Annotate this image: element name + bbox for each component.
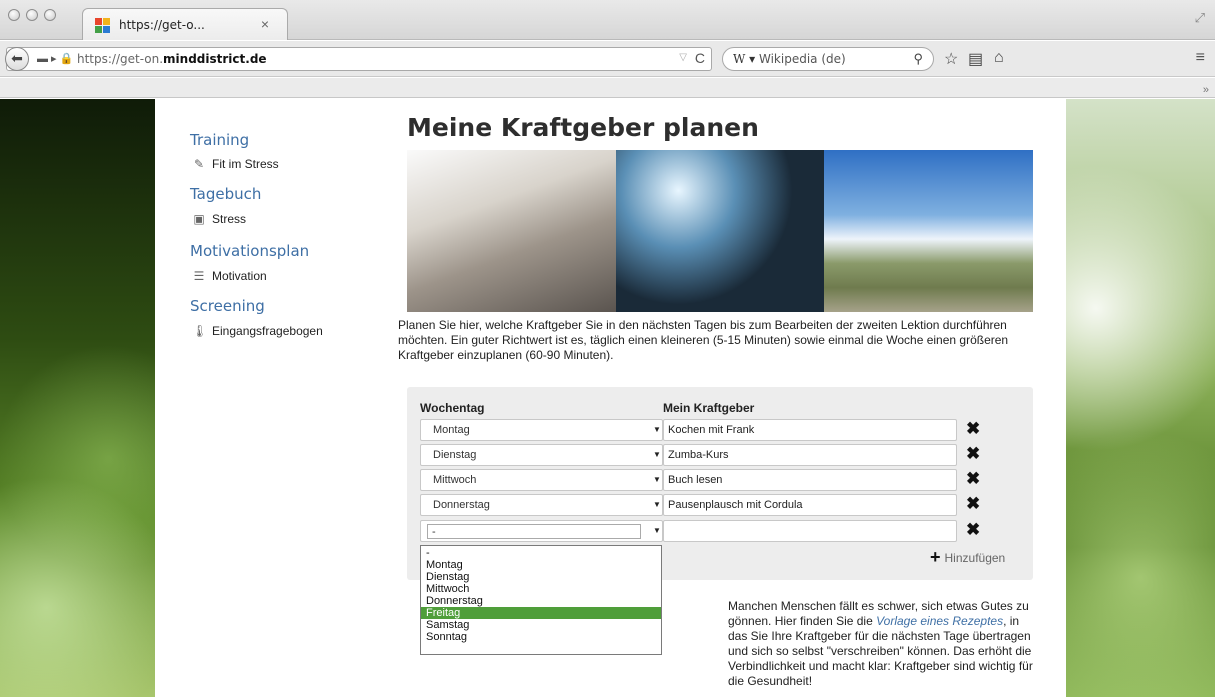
search-bar[interactable]: W ▾ Wikipedia (de) ⚲ <box>722 47 934 71</box>
sidebar-item-motivation[interactable]: ☰ Motivation <box>192 269 267 283</box>
dropdown-option[interactable]: Montag <box>421 559 661 571</box>
activity-input[interactable]: Pausenplausch mit Cordula <box>663 494 957 516</box>
sidebar-heading-motivationsplan[interactable]: Motivationsplan <box>190 242 309 260</box>
tab-close-icon[interactable]: × <box>261 16 269 32</box>
weekday-select[interactable]: Dienstag ▼ <box>420 444 663 466</box>
chevron-down-icon: ▼ <box>653 450 661 459</box>
activity-input[interactable]: Buch lesen <box>663 469 957 491</box>
chevron-down-icon: ▼ <box>653 425 661 434</box>
dropdown-option[interactable]: - <box>421 547 661 559</box>
sidebar-item-stress[interactable]: ▣ Stress <box>192 212 246 226</box>
weekday-select-open[interactable]: - ▼ <box>420 520 663 542</box>
search-engine-selector[interactable]: W ▾ <box>733 52 755 66</box>
activity-input[interactable] <box>663 520 957 542</box>
zoom-window-button[interactable] <box>44 9 56 21</box>
bookmarks-overflow-icon[interactable]: » <box>1203 84 1209 96</box>
dropdown-option-highlighted[interactable]: Freitag <box>421 607 661 619</box>
background-image-left <box>0 99 155 697</box>
sidebar-item-eingangsfragebogen[interactable]: 🌡 Eingangsfragebogen <box>192 324 323 338</box>
reader-icon[interactable]: ▤ <box>968 49 983 69</box>
dropdown-option[interactable]: Sonntag <box>421 631 661 643</box>
banner-photo-museum <box>407 150 616 312</box>
site-favicon-icon <box>95 18 110 33</box>
chevron-down-icon: ▼ <box>653 475 661 484</box>
add-row-button[interactable]: + Hinzufügen <box>930 547 1005 568</box>
banner-photo-stadium <box>616 150 824 312</box>
minimize-window-button[interactable] <box>26 9 38 21</box>
list-icon: ☰ <box>193 269 205 283</box>
sidebar-item-fit-im-stress[interactable]: ✎ Fit im Stress <box>192 157 279 171</box>
sidebar-heading-training[interactable]: Training <box>190 131 249 149</box>
weekday-dropdown-list[interactable]: - Montag Dienstag Mittwoch Donnerstag Fr… <box>420 545 662 655</box>
thermometer-icon: 🌡 <box>192 324 208 338</box>
browser-navbar: ▬ ▸ 🔒 https://get-on.minddistrict.de ▽ C… <box>0 41 1215 77</box>
bookmark-bar <box>0 78 1215 98</box>
pencil-icon: ✎ <box>193 157 205 171</box>
chevron-down-icon: ▼ <box>653 500 661 509</box>
delete-row-icon[interactable]: ✖ <box>966 419 980 439</box>
browser-titlebar: https://get-o... × ⤢ <box>0 0 1215 40</box>
fullscreen-icon[interactable]: ⤢ <box>1195 10 1205 26</box>
delete-row-icon[interactable]: ✖ <box>966 494 980 514</box>
url-text[interactable]: https://get-on.minddistrict.de <box>77 52 267 66</box>
intro-text: Planen Sie hier, welche Kraftgeber Sie i… <box>398 318 1009 362</box>
delete-row-icon[interactable]: ✖ <box>966 444 980 464</box>
background-image-right <box>1066 99 1215 697</box>
url-dropdown-icon[interactable]: ▽ <box>679 52 687 63</box>
tab-title: https://get-o... <box>119 18 205 32</box>
weekday-select[interactable]: Donnerstag ▼ <box>420 494 663 516</box>
dropdown-option[interactable]: Mittwoch <box>421 583 661 595</box>
diary-icon: ▣ <box>193 212 205 226</box>
sidebar-heading-tagebuch[interactable]: Tagebuch <box>190 185 261 203</box>
column-header-weekday: Wochentag <box>420 401 485 415</box>
delete-row-icon[interactable]: ✖ <box>966 520 980 540</box>
dropdown-option[interactable]: Donnerstag <box>421 595 661 607</box>
plus-icon: + <box>930 547 941 567</box>
browser-tab[interactable]: https://get-o... × <box>82 8 288 40</box>
activity-input[interactable]: Kochen mit Frank <box>663 419 957 441</box>
sidebar-heading-screening[interactable]: Screening <box>190 297 265 315</box>
weekday-select[interactable]: Montag ▼ <box>420 419 663 441</box>
recipe-template-link[interactable]: Vorlage eines Rezeptes <box>876 614 1003 628</box>
back-icon[interactable]: ⬅ <box>5 47 29 71</box>
chevron-down-icon: ▼ <box>653 526 661 535</box>
reload-icon[interactable]: C <box>695 50 705 66</box>
dropdown-option[interactable]: Samstag <box>421 619 661 631</box>
page-title: Meine Kraftgeber planen <box>407 113 759 142</box>
delete-row-icon[interactable]: ✖ <box>966 469 980 489</box>
search-icon[interactable]: ⚲ <box>913 51 923 67</box>
url-bar[interactable]: ▬ ▸ 🔒 https://get-on.minddistrict.de ▽ C <box>6 47 712 71</box>
column-header-activity: Mein Kraftgeber <box>663 401 755 415</box>
dropdown-option[interactable]: Dienstag <box>421 571 661 583</box>
lock-icon: ▬ ▸ 🔒 <box>37 53 74 65</box>
star-icon[interactable]: ☆ <box>944 49 958 69</box>
select-current-value: - <box>427 524 641 539</box>
menu-icon[interactable]: ≡ <box>1196 49 1205 67</box>
close-window-button[interactable] <box>8 9 20 21</box>
home-icon[interactable]: ⌂ <box>994 49 1004 67</box>
banner-photo-hiker <box>824 150 1033 312</box>
activity-input[interactable]: Zumba-Kurs <box>663 444 957 466</box>
search-input[interactable]: Wikipedia (de) <box>759 52 846 66</box>
weekday-select[interactable]: Mittwoch ▼ <box>420 469 663 491</box>
recipe-note: Manchen Menschen fällt es schwer, sich e… <box>728 599 1033 688</box>
